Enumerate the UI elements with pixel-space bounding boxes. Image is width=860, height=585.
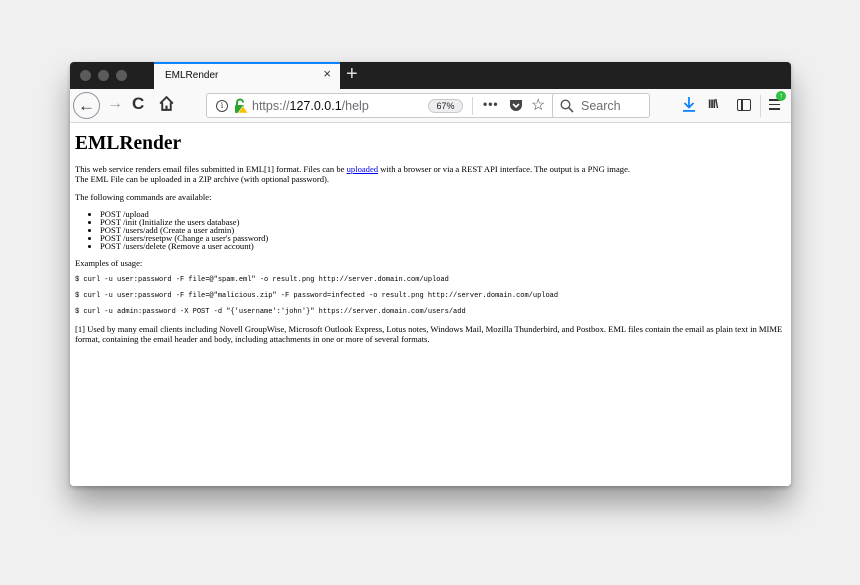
- url-bar-divider: [472, 97, 473, 115]
- commands-heading: The following commands are available:: [75, 192, 212, 202]
- search-bar[interactable]: Search: [552, 93, 650, 118]
- home-icon[interactable]: [158, 95, 175, 112]
- new-tab-button[interactable]: +: [346, 62, 358, 86]
- page-title: EMLRender: [75, 133, 182, 154]
- intro-paragraph: This web service renders email files sub…: [75, 164, 786, 184]
- intro-line-2: The EML File can be uploaded in a ZIP ar…: [75, 174, 330, 184]
- info-icon[interactable]: i: [216, 100, 228, 112]
- hamburger-menu-icon[interactable]: [769, 99, 780, 111]
- uploaded-link[interactable]: uploaded: [347, 164, 379, 174]
- back-button[interactable]: ←: [73, 92, 100, 119]
- intro-text: This web service renders email files sub…: [75, 164, 347, 174]
- examples-heading: Examples of usage:: [75, 258, 143, 268]
- zoom-level-badge[interactable]: 67%: [428, 99, 463, 113]
- command-item: POST /users/delete (Remove a user accoun…: [100, 242, 786, 251]
- page-content: EMLRender This web service renders email…: [70, 124, 791, 486]
- tab-bar: EMLRender × +: [70, 62, 791, 89]
- search-icon: [560, 99, 574, 113]
- update-available-icon[interactable]: ↑: [776, 91, 786, 101]
- minimize-window-button[interactable]: [98, 70, 109, 81]
- sidebar-toggle-icon[interactable]: [737, 99, 751, 111]
- reload-button[interactable]: C: [132, 94, 144, 114]
- intro-text-cont: with a browser or via a REST API interfa…: [378, 164, 631, 174]
- pocket-icon[interactable]: [509, 99, 523, 112]
- search-input[interactable]: Search: [581, 99, 621, 113]
- footnote: [1] Used by many email clients including…: [75, 324, 783, 344]
- close-tab-icon[interactable]: ×: [323, 67, 331, 80]
- tab-title: EMLRender: [165, 70, 219, 81]
- maximize-window-button[interactable]: [116, 70, 127, 81]
- forward-button[interactable]: →: [107, 95, 123, 113]
- url-text[interactable]: https://127.0.0.1/help: [252, 99, 369, 113]
- example-command: $ curl -u admin:password -X POST -d "{'u…: [75, 308, 466, 316]
- close-window-button[interactable]: [80, 70, 91, 81]
- page-actions-icon[interactable]: •••: [483, 97, 499, 111]
- download-icon[interactable]: [682, 96, 696, 114]
- bookmark-star-icon[interactable]: ☆: [531, 95, 545, 115]
- commands-list: POST /upload POST /init (Initialize the …: [100, 210, 786, 251]
- insecure-lock-icon[interactable]: [234, 98, 248, 114]
- toolbar-divider: [760, 95, 761, 117]
- example-command: $ curl -u user:password -F file=@"malici…: [75, 292, 559, 300]
- tab-emlrender[interactable]: EMLRender ×: [154, 62, 340, 89]
- browser-window: EMLRender × + ← → C i https://127.0.0.1/…: [70, 62, 791, 486]
- library-icon[interactable]: III\: [708, 97, 718, 111]
- navigation-toolbar: ← → C i https://127.0.0.1/help 67% ••• ☆: [70, 89, 791, 123]
- url-bar[interactable]: i https://127.0.0.1/help 67% ••• ☆: [206, 93, 589, 118]
- example-command: $ curl -u user:password -F file=@"spam.e…: [75, 276, 449, 284]
